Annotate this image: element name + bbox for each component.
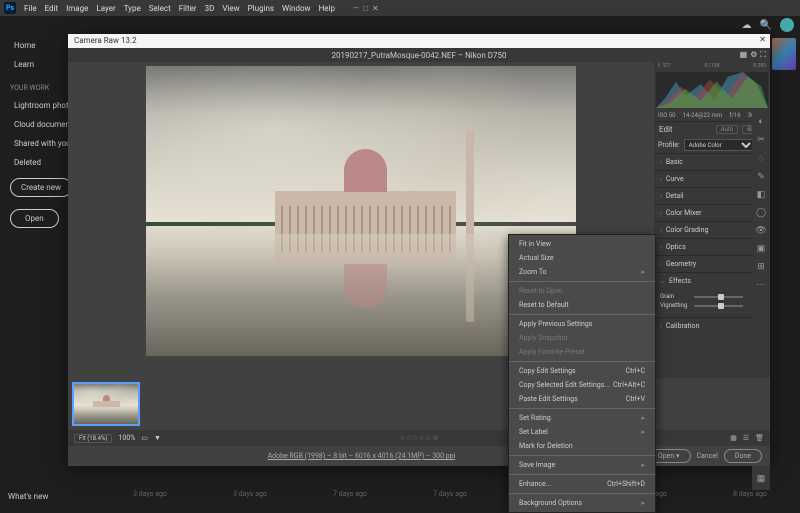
meta-aperture: f/16 <box>729 112 740 119</box>
footer-bar: Adobe RGB (1998) – 8 bit – 6016 x 4016 (… <box>68 446 770 466</box>
menu-type[interactable]: Type <box>124 4 141 13</box>
menu-3d[interactable]: 3D <box>205 4 215 13</box>
trash-icon[interactable]: 🗑 <box>755 434 764 442</box>
menu-view[interactable]: View <box>222 4 239 13</box>
vignette-slider[interactable] <box>694 305 743 307</box>
grid-toggle-icon[interactable]: ▦ <box>757 474 766 484</box>
brush-tool-icon[interactable]: ✎ <box>757 172 765 182</box>
vignette-label: Vignetting <box>660 302 690 309</box>
histo-r: R 283 <box>753 63 766 69</box>
context-menu-item: Apply Favorite Preset <box>509 345 655 359</box>
menu-filter[interactable]: Filter <box>179 4 197 13</box>
done-button[interactable]: Done <box>724 449 762 463</box>
zoom-display[interactable]: 100% <box>118 434 135 442</box>
context-menu-item: Reset to Open <box>509 284 655 298</box>
dialog-close-icon[interactable]: ✕ <box>759 35 766 44</box>
context-menu-item[interactable]: Background Options▸ <box>509 496 655 510</box>
status-bar: Fit (18.4%) 100% ▭ ▼ ☆☆☆☆☆ ⊘ ▦ ☰ 🗑 <box>68 430 770 446</box>
rating-stars[interactable]: ☆☆☆☆☆ ⊘ <box>399 434 438 442</box>
menu-window[interactable]: Window <box>282 4 311 13</box>
timeline-label: 3 days ago <box>100 490 200 498</box>
grid-view-icon[interactable]: ▦ <box>730 434 737 442</box>
auto-button[interactable]: Auto <box>716 125 739 134</box>
context-menu-item[interactable]: Fit in View <box>509 237 655 251</box>
context-menu-item[interactable]: Set Label▸ <box>509 425 655 439</box>
compare-icon[interactable]: ▭ <box>141 434 148 442</box>
filmstrip-thumb[interactable] <box>72 382 140 426</box>
dialog-filename: 20190217_PutraMosque-0042.NEF – Nikon D7… <box>331 51 506 60</box>
file-info-link[interactable]: Adobe RGB (1998) – 8 bit – 6016 x 4016 (… <box>268 452 456 460</box>
dialog-title-bar: Camera Raw 13.2 ✕ <box>68 34 770 48</box>
context-menu-item[interactable]: Zoom To▸ <box>509 265 655 279</box>
profile-label: Profile: <box>658 141 680 149</box>
toggle-view-icon[interactable]: ▦ <box>740 50 748 60</box>
timeline-label: 3 days ago <box>200 490 300 498</box>
context-menu-item[interactable]: Enhance...Ctrl+Shift+D <box>509 477 655 491</box>
fullscreen-icon[interactable]: ⛶ <box>760 50 766 60</box>
dialog-title: Camera Raw 13.2 <box>74 36 137 45</box>
menu-image[interactable]: Image <box>66 4 88 13</box>
gradient-tool-icon[interactable]: ◧ <box>757 190 766 200</box>
redeye-tool-icon[interactable]: 👁 <box>755 226 766 236</box>
grain-label: Grain <box>660 293 690 300</box>
context-menu-item[interactable]: Mark for Deletion <box>509 439 655 453</box>
context-menu-item[interactable]: Save Image▸ <box>509 458 655 472</box>
timeline-label: 7 days ago <box>400 490 500 498</box>
meta-lens: 14-24@22 mm <box>683 112 722 119</box>
avatar[interactable] <box>780 18 794 32</box>
top-menu-bar: Ps File Edit Image Layer Type Select Fil… <box>0 0 800 16</box>
window-maximize-icon[interactable]: □ <box>363 4 368 13</box>
window-minimize-icon[interactable]: — <box>353 4 359 13</box>
menu-plugins[interactable]: Plugins <box>248 4 274 13</box>
search-icon[interactable]: 🔍 <box>760 20 772 31</box>
filter-icon[interactable]: ▼ <box>154 434 161 442</box>
create-new-button[interactable]: Create new <box>10 178 72 197</box>
heal-tool-icon[interactable]: ◌ <box>758 153 763 164</box>
context-menu-item[interactable]: Actual Size <box>509 251 655 265</box>
dialog-file-header: 20190217_PutraMosque-0042.NEF – Nikon D7… <box>68 48 770 62</box>
menu-edit[interactable]: Edit <box>45 4 59 13</box>
context-menu-item[interactable]: Apply Previous Settings <box>509 317 655 331</box>
histo-loc: 0 | 138 <box>704 63 719 69</box>
cloud-icon[interactable]: ☁ <box>742 20 752 31</box>
camera-raw-dialog: Camera Raw 13.2 ✕ 20190217_PutraMosque-0… <box>68 34 770 466</box>
snapshot-tool-icon[interactable]: ▣ <box>757 244 766 254</box>
context-menu-item[interactable]: Reset to Default <box>509 298 655 312</box>
grain-slider[interactable] <box>694 296 743 298</box>
histogram[interactable] <box>656 72 768 108</box>
menu-select[interactable]: Select <box>149 4 171 13</box>
crop-tool-icon[interactable]: ✂ <box>757 135 765 145</box>
histo-f: f: 327 <box>658 63 671 69</box>
fit-display[interactable]: Fit (18.4%) <box>74 434 112 443</box>
edit-tool-icon[interactable]: ◐ <box>758 116 763 127</box>
profile-select[interactable]: Adobe Color <box>684 139 756 151</box>
context-menu-item[interactable]: Set Rating▸ <box>509 411 655 425</box>
app-icon: Ps <box>4 2 16 14</box>
context-menu-item: Apply Snapshot <box>509 331 655 345</box>
filmstrip-toggle-icon[interactable]: ☰ <box>743 434 749 442</box>
context-menu-item[interactable]: Copy Selected Edit Settings...Ctrl+Alt+C <box>509 378 655 392</box>
radial-tool-icon[interactable]: ◯ <box>756 208 766 218</box>
presets-tool-icon[interactable]: ⊞ <box>757 262 765 272</box>
filmstrip <box>68 378 770 430</box>
timeline-label: 8 days ago <box>700 490 800 498</box>
edit-title: Edit <box>659 125 673 134</box>
gear-icon[interactable]: ⚙ <box>750 50 757 60</box>
timeline-label: 7 days ago <box>300 490 400 498</box>
open-button[interactable]: Open <box>10 209 59 228</box>
timeline-strip: 3 days ago 3 days ago 7 days ago 7 days … <box>100 485 800 503</box>
cancel-button[interactable]: Cancel <box>697 452 718 460</box>
context-menu: Fit in ViewActual SizeZoom To▸ Reset to O… <box>508 234 656 513</box>
context-menu-item[interactable]: Copy Edit SettingsCtrl+C <box>509 364 655 378</box>
recent-thumbnail[interactable] <box>772 38 796 70</box>
menu-help[interactable]: Help <box>319 4 335 13</box>
more-tool-icon[interactable]: ⋯ <box>757 280 766 290</box>
window-close-icon[interactable]: ✕ <box>372 4 379 13</box>
menu-file[interactable]: File <box>24 4 37 13</box>
menu-layer[interactable]: Layer <box>96 4 115 13</box>
meta-iso: ISO 50 <box>658 112 676 119</box>
context-menu-item[interactable]: Paste Edit SettingsCtrl+V <box>509 392 655 406</box>
header-right: ☁ 🔍 <box>742 18 794 32</box>
whats-new-link[interactable]: What's new <box>8 492 48 501</box>
